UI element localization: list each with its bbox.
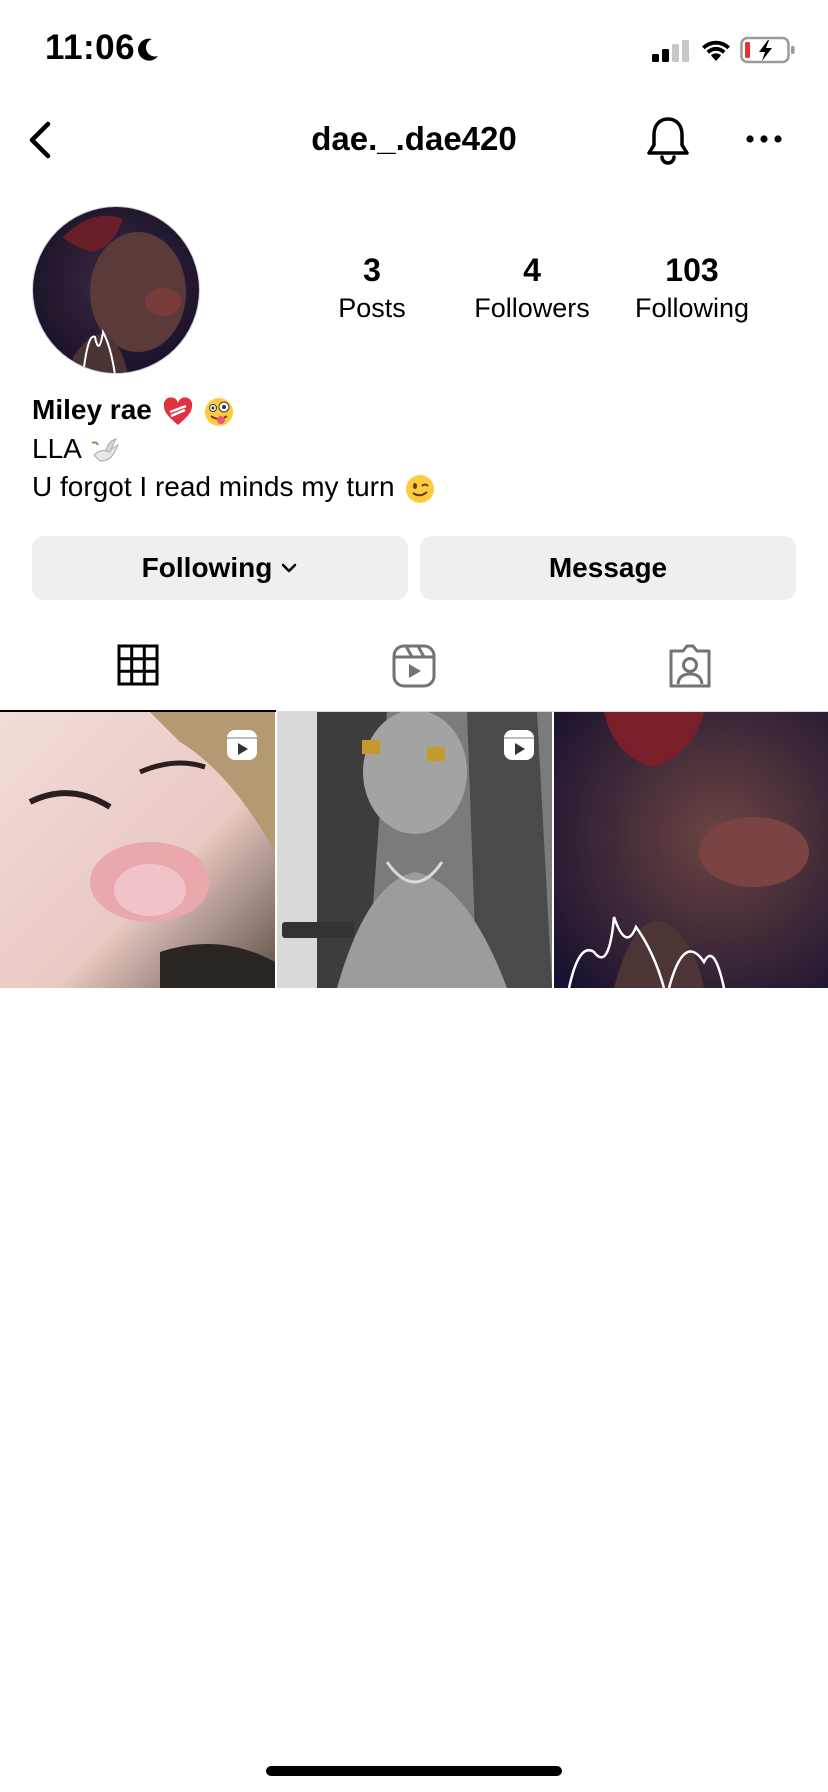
- status-time: 11:06: [45, 28, 136, 67]
- display-name: Miley rae: [32, 394, 152, 425]
- cellular-signal-icon: [652, 40, 689, 62]
- stat-following[interactable]: 103 Following: [617, 250, 767, 326]
- moon-icon: [138, 38, 158, 61]
- avatar-photo: [33, 207, 199, 373]
- bio-line-2: U forgot I read minds my turn: [32, 468, 792, 506]
- tab-tagged[interactable]: [552, 620, 828, 712]
- mending-heart-emoji-icon: [163, 396, 192, 425]
- home-indicator: [266, 1766, 562, 1776]
- zany-face-emoji-icon: [205, 397, 234, 426]
- followers-label: Followers: [474, 293, 590, 323]
- following-count: 103: [665, 252, 719, 288]
- stat-followers[interactable]: 4 Followers: [457, 250, 607, 326]
- bio-line-1: LLA: [32, 430, 792, 468]
- status-bar: 11:06: [0, 0, 828, 100]
- chevron-down-icon: [282, 563, 297, 573]
- bio-text-2: U forgot I read minds my turn: [32, 471, 395, 502]
- posts-label: Posts: [338, 293, 406, 323]
- bio-text-1: LLA: [32, 433, 81, 464]
- back-chevron-icon[interactable]: [22, 118, 62, 162]
- header-username: dae._.dae420: [311, 120, 517, 157]
- tab-posts-grid[interactable]: [0, 620, 276, 712]
- tagged-person-icon: [669, 644, 711, 688]
- message-button[interactable]: Message: [420, 536, 796, 600]
- profile-tabs: [0, 620, 828, 712]
- following-label: Following: [634, 293, 750, 323]
- profile-avatar[interactable]: [32, 206, 200, 374]
- grid-icon: [117, 644, 159, 686]
- reel-badge-icon: [227, 730, 257, 760]
- more-options-icon[interactable]: [744, 128, 784, 150]
- bio-name-line: Miley rae: [32, 390, 792, 430]
- profile-bio: Miley rae LLA U forgot I read minds my t…: [32, 390, 792, 506]
- posts-count: 3: [363, 252, 381, 288]
- reel-badge-icon: [504, 730, 534, 760]
- wifi-icon: [702, 40, 730, 61]
- bell-icon[interactable]: [644, 114, 692, 166]
- winking-face-emoji-icon: [406, 474, 435, 503]
- battery-charging-icon: [740, 36, 795, 64]
- dove-emoji-icon: [91, 437, 120, 462]
- profile-header: dae._.dae420: [0, 100, 828, 180]
- following-button-label: Following: [141, 552, 273, 583]
- following-button[interactable]: Following: [32, 536, 408, 600]
- message-button-label: Message: [548, 552, 668, 583]
- post-thumbnail[interactable]: [554, 712, 828, 988]
- reels-icon: [392, 644, 436, 688]
- post-thumbnail[interactable]: [0, 712, 275, 988]
- post-thumbnail[interactable]: [277, 712, 552, 988]
- posts-grid: [0, 712, 828, 988]
- post-image: [554, 712, 828, 988]
- profile-actions: Following Message: [32, 536, 796, 600]
- stat-posts[interactable]: 3 Posts: [297, 250, 447, 326]
- tab-reels[interactable]: [276, 620, 552, 712]
- followers-count: 4: [523, 252, 541, 288]
